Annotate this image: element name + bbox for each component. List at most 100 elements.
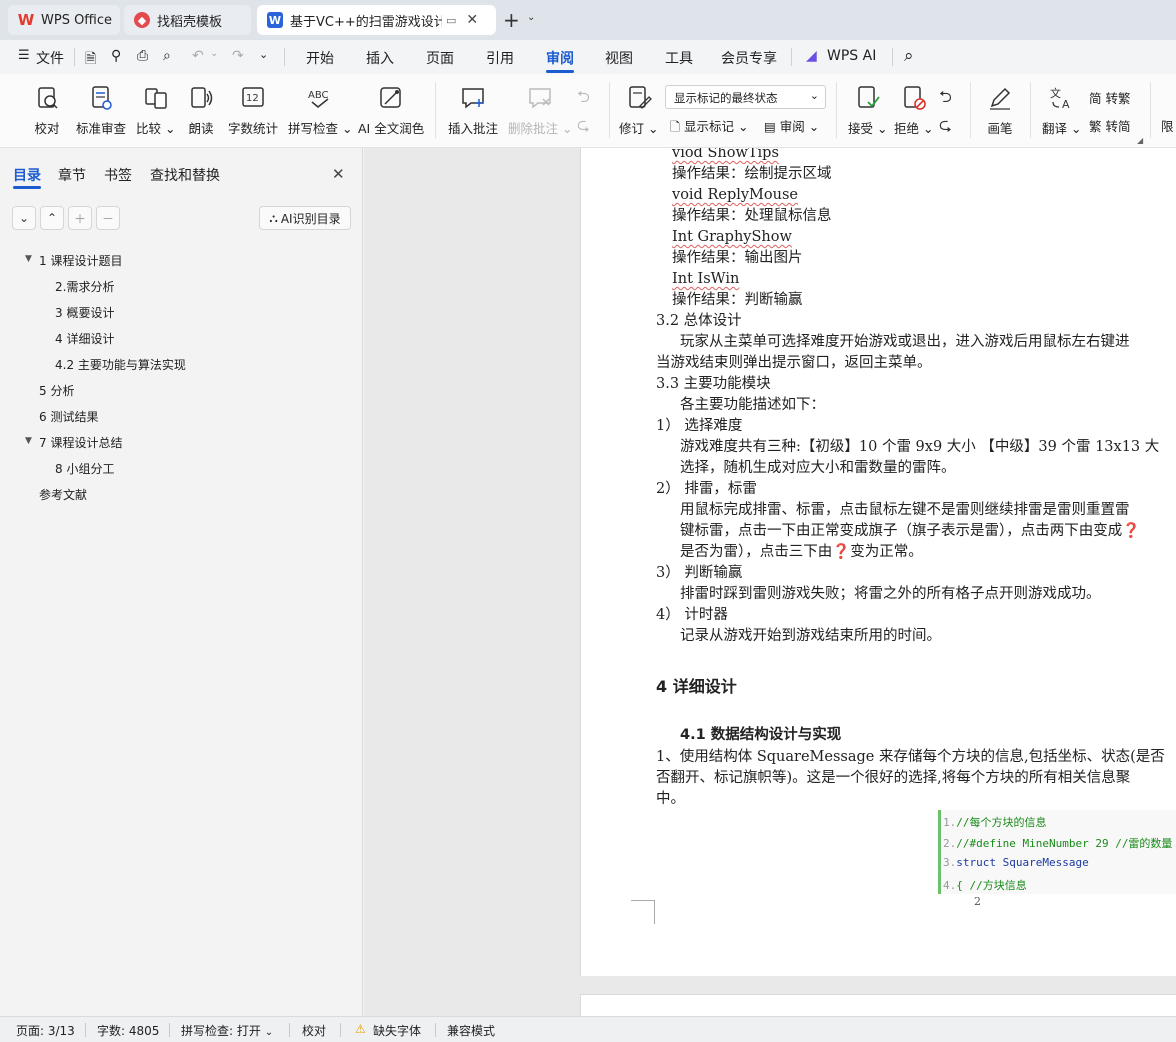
accept-icon (857, 86, 880, 108)
tab-toc[interactable]: 目录 (13, 165, 41, 185)
undo-dropdown-icon[interactable]: ⌄ (210, 48, 218, 59)
doc-line: 记录从游戏开始到游戏结束所用的时间。 (680, 628, 941, 644)
standard-review-button[interactable]: 标准审查 (76, 74, 126, 144)
collapse-all-button[interactable]: ⌄ (12, 206, 36, 230)
restrict-label[interactable]: 限 (1161, 116, 1174, 135)
print-icon[interactable]: ⎙ (137, 48, 148, 64)
menu-member[interactable]: 会员专享 (721, 48, 777, 68)
word-count-indicator[interactable]: 字数: 4805 (97, 1022, 159, 1039)
menu-review[interactable]: 审阅 (546, 48, 574, 68)
tab-sections[interactable]: 章节 (58, 165, 86, 185)
insert-comment-button[interactable]: 插入批注 (448, 74, 498, 144)
remove-heading-button[interactable]: － (96, 206, 120, 230)
pen-button[interactable]: 画笔 (986, 74, 1014, 144)
share-icon[interactable]: ⚲ (111, 48, 121, 64)
compare-button[interactable]: 比较 ⌄ (136, 74, 175, 144)
reject-label: 拒绝 ⌄ (894, 121, 934, 136)
to-traditional-button[interactable]: 简 转繁 (1089, 88, 1131, 107)
revise-button[interactable]: 修订 ⌄ (619, 74, 658, 144)
new-tab-icon[interactable]: + (503, 8, 520, 32)
spell-check-icon: ABC (308, 90, 329, 108)
delete-comment-button[interactable]: 删除批注 ⌄ (508, 74, 572, 144)
menu-insert[interactable]: 插入 (366, 48, 394, 68)
ai-toc-icon: ⛬ (269, 210, 278, 225)
toc-item[interactable]: 1 课程设计题目 (39, 252, 122, 269)
toc-item[interactable]: 6 测试结果 (39, 408, 98, 425)
compare-label: 比较 ⌄ (136, 121, 176, 136)
spell-check-button[interactable]: ABC 拼写检查 ⌄ (288, 74, 352, 144)
tab-list-chevron-icon[interactable]: ⌄ (527, 12, 535, 23)
redo-icon[interactable]: ↷ (232, 48, 244, 64)
doc-line: Int GraphyShow (672, 229, 792, 245)
show-markup-button[interactable]: 🗋 显示标记 ⌄ (670, 116, 749, 139)
undo-icon[interactable]: ↶ (192, 48, 204, 64)
proofread-indicator[interactable]: 校对 (302, 1022, 326, 1039)
toc-expand-arrow-icon[interactable]: ▼ (25, 254, 32, 264)
next-document-page[interactable] (580, 994, 1176, 1016)
to-simplified-button[interactable]: 繁 转简 (1089, 116, 1131, 135)
toc-item[interactable]: 2.需求分析 (55, 278, 114, 295)
ribbon-expand-icon[interactable]: ◢ (1137, 136, 1143, 145)
translate-button[interactable]: 文A 翻译 ⌄ (1042, 74, 1081, 144)
tab-bookmarks[interactable]: 书签 (104, 165, 132, 185)
ribbon-separator (435, 82, 436, 138)
next-change-icon[interactable]: ⮎ (939, 114, 952, 141)
menu-home[interactable]: 开始 (306, 48, 334, 68)
save-icon[interactable]: 🗎 (85, 48, 96, 72)
spell-check-indicator[interactable]: 拼写检查: 打开 ⌄ (181, 1022, 273, 1039)
doc-line: 键标雷，点击一下由正常变成旗子（旗子表示是雷），点击两下由变成❓ (680, 523, 1141, 539)
active-menu-underline (546, 70, 574, 73)
menu-tools[interactable]: 工具 (665, 48, 693, 68)
read-aloud-button[interactable]: 朗读 (187, 74, 215, 144)
toc-item[interactable]: 5 分析 (39, 382, 74, 399)
quick-access-dropdown-icon[interactable]: ⌄ (259, 48, 268, 61)
print-preview-icon[interactable]: ⌕ (163, 48, 171, 64)
expand-all-button[interactable]: ⌃ (40, 206, 64, 230)
doc-line: 各主要功能描述如下： (680, 397, 825, 413)
missing-font-indicator[interactable]: 缺失字体 (373, 1022, 421, 1039)
menu-page[interactable]: 页面 (426, 48, 454, 68)
review-pane-button[interactable]: ▤ 审阅 ⌄ (764, 116, 819, 135)
previous-change-icon[interactable]: ⮌ (939, 86, 952, 113)
toc-item[interactable]: 7 课程设计总结 (39, 434, 122, 451)
close-tab-icon[interactable]: ✕ (466, 12, 478, 28)
ai-toc-button[interactable]: ⛬ AI识别目录 (259, 206, 351, 230)
tab-find-replace[interactable]: 查找和替换 (150, 165, 220, 185)
toc-item[interactable]: 4.2 主要功能与算法实现 (55, 356, 186, 373)
tab-wps-office[interactable]: W WPS Office (8, 5, 120, 35)
toc-item[interactable]: 3 概要设计 (55, 304, 114, 321)
menu-references[interactable]: 引用 (486, 48, 514, 68)
menu-file[interactable]: 文件 (36, 48, 64, 68)
search-icon[interactable]: ⌕ (904, 46, 914, 66)
tab-document[interactable]: W 基于VC++的扫雷游戏设计 课 ▭ ✕ (257, 5, 496, 35)
menu-view[interactable]: 视图 (605, 48, 633, 68)
doc-line: 游戏难度共有三种:【初级】10 个雷 9x9 大小 【中级】39 个雷 13x1… (680, 439, 1160, 455)
tab-docer[interactable]: ◆ 找稻壳模板 (124, 5, 251, 35)
toc-item[interactable]: 参考文献 (39, 486, 87, 503)
show-markup-select[interactable]: 显示标记的最终状态 ⌄ (665, 85, 826, 109)
toc-expand-arrow-icon[interactable]: ▼ (25, 436, 32, 446)
word-count-button[interactable]: 12 字数统计 (228, 74, 278, 144)
accept-button[interactable]: 接受 ⌄ (848, 74, 887, 144)
doc-line: viod ShowTips (672, 148, 779, 161)
next-comment-icon[interactable]: ⮎ (577, 114, 590, 141)
close-pane-icon[interactable]: ✕ (332, 165, 345, 183)
menu-wps-ai[interactable]: WPS AI (827, 48, 876, 64)
proofread-button[interactable]: 校对 (33, 74, 61, 144)
chevron-down-icon: ⌄ (264, 1027, 274, 1038)
spell-check-label: 拼写检查 ⌄ (288, 121, 353, 136)
page-indicator[interactable]: 页面: 3/13 (16, 1022, 75, 1039)
menu-hamburger-icon[interactable]: ☰ (18, 48, 30, 63)
status-separator (340, 1023, 341, 1037)
reject-button[interactable]: 拒绝 ⌄ (894, 74, 933, 144)
document-page[interactable]: viod ShowTips 操作结果：绘制提示区域 void ReplyMous… (580, 148, 1176, 976)
word-doc-icon: W (267, 12, 283, 28)
toc-item[interactable]: 4 详细设计 (55, 330, 114, 347)
previous-comment-icon[interactable]: ⮌ (577, 86, 590, 113)
standard-review-icon (92, 86, 112, 110)
compare-icon (144, 88, 167, 109)
monitor-icon[interactable]: ▭ (446, 14, 456, 27)
ai-polish-button[interactable]: AI 全文润色 (358, 74, 424, 144)
toc-item[interactable]: 8 小组分工 (55, 460, 114, 477)
add-heading-button[interactable]: ＋ (68, 206, 92, 230)
